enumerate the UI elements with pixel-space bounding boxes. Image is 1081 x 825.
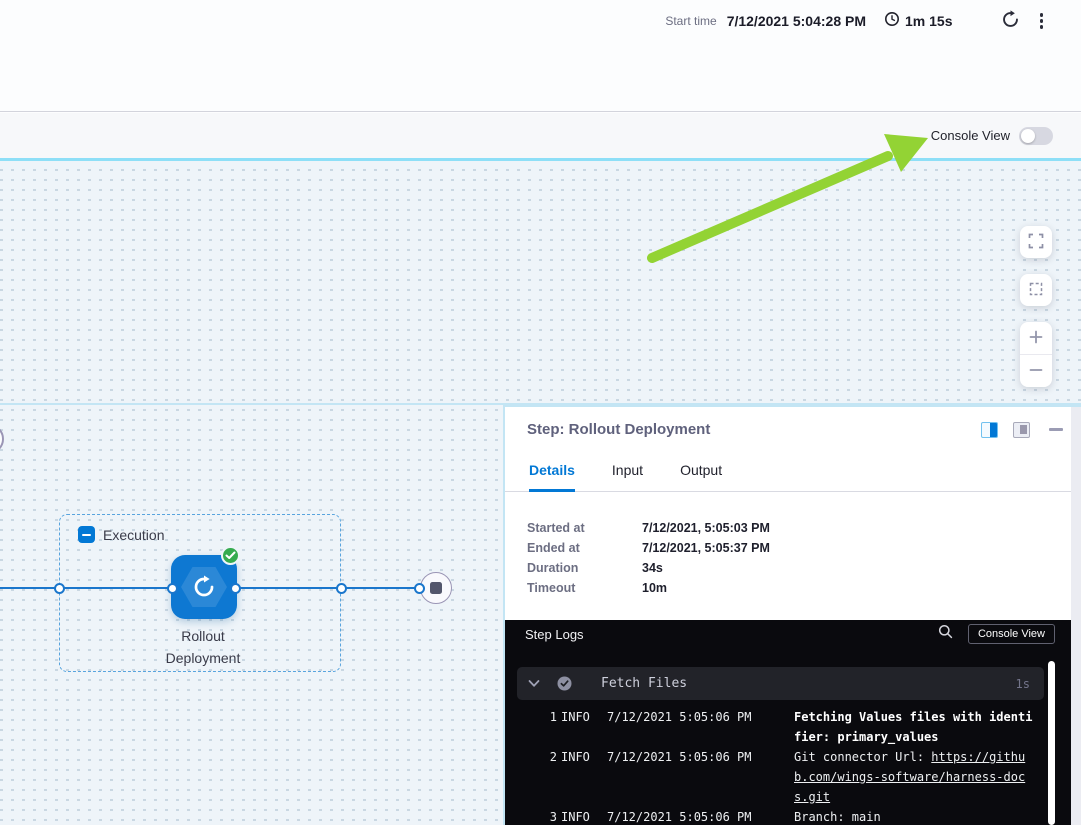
zoom-in-button[interactable] (1020, 322, 1052, 354)
detail-row: Duration 34s (527, 561, 1081, 575)
console-view-label: Console View (931, 128, 1010, 143)
logs-scrollbar[interactable] (1048, 661, 1055, 825)
execution-group-label: Execution (103, 527, 164, 543)
refresh-button[interactable] (999, 8, 1022, 34)
console-view-toggle[interactable] (1019, 127, 1053, 145)
clock-icon (884, 11, 900, 32)
fullscreen-icon (1028, 233, 1044, 252)
node-label: Rollout Deployment (123, 625, 283, 669)
fullscreen-button[interactable] (1020, 226, 1052, 258)
more-options-button[interactable] (1022, 11, 1046, 31)
connector-point (414, 583, 425, 594)
panel-scrollbar-track[interactable] (1071, 407, 1081, 825)
connector-point (336, 583, 347, 594)
detail-row: Started at 7/12/2021, 5:05:03 PM (527, 521, 1081, 535)
kebab-icon (1040, 13, 1044, 29)
zoom-in-icon (1028, 329, 1044, 348)
step-logs-panel: Step Logs Console View Fetch Files 1s 1 … (505, 620, 1071, 825)
fit-view-button[interactable] (1020, 274, 1052, 306)
logs-console-view-button[interactable]: Console View (968, 624, 1055, 644)
start-time-value: 7/12/2021 5:04:28 PM (727, 13, 866, 29)
step-logs-title: Step Logs (525, 627, 938, 642)
panel-tabs: Details Input Output (505, 452, 1081, 492)
minimize-icon[interactable] (1049, 428, 1063, 431)
log-line: 3 INFO 7/12/2021 5:05:06 PM Branch: main (543, 807, 1039, 825)
connector-point (167, 583, 178, 594)
zoom-out-icon (1028, 362, 1044, 381)
fit-view-icon (1028, 281, 1044, 300)
layout-right-icon[interactable] (981, 422, 998, 438)
refresh-icon (1001, 10, 1020, 32)
execution-collapse-button[interactable] (78, 526, 95, 543)
zoom-controls (1020, 322, 1052, 387)
search-icon[interactable] (938, 624, 953, 644)
stop-node[interactable] (420, 572, 452, 604)
tab-output[interactable]: Output (680, 462, 722, 492)
minus-icon (82, 534, 91, 536)
check-badge-icon (221, 546, 240, 565)
tab-details[interactable]: Details (529, 462, 575, 492)
chevron-down-icon[interactable] (528, 675, 540, 693)
details-list: Started at 7/12/2021, 5:05:03 PM Ended a… (505, 492, 1081, 595)
log-section-row[interactable]: Fetch Files 1s (517, 667, 1044, 700)
zoom-out-button[interactable] (1020, 355, 1052, 387)
log-line: 2 INFO 7/12/2021 5:05:06 PM Git connecto… (543, 747, 1039, 807)
stop-icon (430, 582, 442, 594)
log-section-duration: 1s (1016, 677, 1030, 691)
panel-title: Step: Rollout Deployment (527, 421, 981, 438)
toggle-knob (1021, 129, 1035, 143)
rollout-icon (191, 574, 217, 605)
log-lines: 1 INFO 7/12/2021 5:05:06 PM Fetching Val… (505, 700, 1071, 825)
connector-point (230, 583, 241, 594)
start-time-label: Start time (665, 14, 716, 28)
detail-row: Ended at 7/12/2021, 5:05:37 PM (527, 541, 1081, 555)
log-line: 1 INFO 7/12/2021 5:05:06 PM Fetching Val… (543, 707, 1039, 747)
log-section-name: Fetch Files (601, 676, 1016, 691)
stage-toolbar: Console View (0, 113, 1081, 158)
check-circle-icon (557, 676, 572, 691)
duration-value: 1m 15s (905, 13, 952, 29)
connector-point (54, 583, 65, 594)
layout-bottom-icon[interactable] (1013, 422, 1030, 438)
detail-row: Timeout 10m (527, 581, 1081, 595)
top-bar: Start time 7/12/2021 5:04:28 PM 1m 15s (0, 0, 1081, 112)
tab-input[interactable]: Input (612, 462, 643, 492)
